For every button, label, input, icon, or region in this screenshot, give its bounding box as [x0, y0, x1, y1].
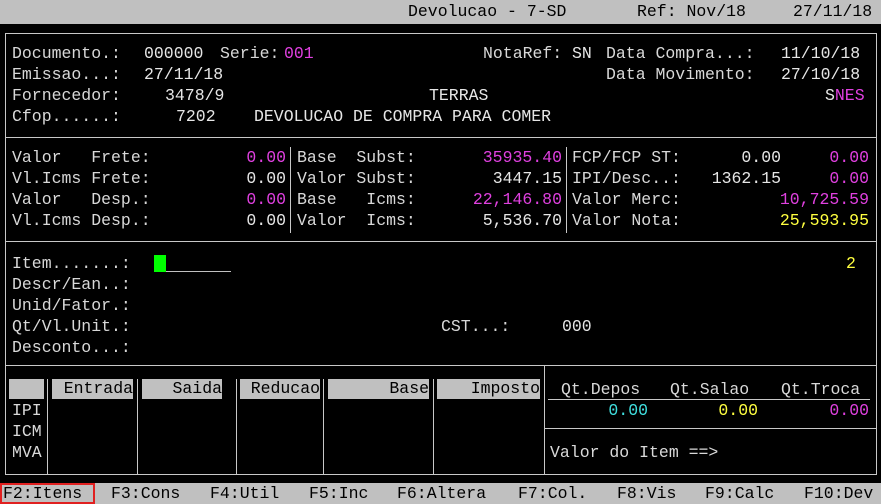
tax-col-line	[544, 366, 545, 475]
qty-divider	[545, 428, 876, 429]
valor-subst-value: 3447.15	[492, 169, 562, 188]
divider-col2	[566, 147, 567, 233]
tax-col-line	[433, 379, 434, 475]
vl-icms-frete-label: Vl.Icms Frete:	[12, 169, 151, 188]
f8-vis-key[interactable]: F8:Vis	[617, 484, 676, 504]
documento-field[interactable]: 000000	[144, 44, 203, 64]
qt-depos-label: Qt.Depos	[561, 380, 641, 399]
qt-vl-unit-label: Qt/Vl.Unit.:	[12, 317, 131, 336]
vl-icms-desp-value[interactable]: 0.00	[206, 211, 286, 231]
f7-col-key[interactable]: F7:Col.	[518, 484, 587, 504]
title-bar: Devolucao - 7-SD Ref: Nov/18 27/11/18	[0, 0, 881, 24]
window-date: 27/11/18	[793, 2, 873, 21]
cfop-label: Cfop......:	[12, 107, 121, 126]
qt-salao-value: 0.00	[718, 401, 758, 420]
valor-subst-label: Valor Subst:	[297, 169, 416, 188]
data-movimento-field[interactable]: 27/10/18	[781, 65, 860, 85]
data-compra-field[interactable]: 11/10/18	[781, 44, 860, 64]
tax-col-line	[236, 379, 237, 475]
row-mva: MVA	[12, 443, 42, 462]
data-movimento-label: Data Movimento:	[606, 65, 755, 84]
cfop-description: DEVOLUCAO DE COMPRA PARA COMER	[254, 107, 552, 126]
notaref-label: NotaRef:	[483, 44, 563, 63]
item-label: Item.......:	[12, 254, 131, 273]
col-entrada: Entrada	[52, 379, 133, 399]
fcp-value: 0.00	[741, 148, 781, 167]
item-input[interactable]	[166, 271, 231, 272]
valor-icms-label: Valor Icms:	[297, 211, 416, 230]
divider-totals	[5, 241, 877, 242]
valor-desp-label: Valor Desp.:	[12, 190, 151, 209]
tax-table-corner	[9, 379, 44, 399]
tax-col-line	[137, 379, 138, 475]
col-reducao: Reducao	[240, 379, 320, 399]
col-base: Base	[328, 379, 429, 399]
cst-label: CST...:	[441, 317, 511, 336]
valor-frete-value[interactable]: 0.00	[206, 148, 286, 168]
base-subst-value: 35935.40	[482, 148, 562, 167]
serie-field[interactable]: 001	[284, 44, 314, 64]
base-subst-label: Base Subst:	[297, 148, 416, 167]
valor-nota-label: Valor Nota:	[572, 211, 681, 230]
notaref-field[interactable]: SN	[572, 44, 592, 64]
valor-frete-label: Valor Frete:	[12, 148, 151, 167]
ref-label: Ref: Nov/18	[637, 2, 746, 21]
fornecedor-nome: TERRAS	[429, 86, 489, 105]
row-icm: ICM	[12, 422, 42, 441]
vl-icms-frete-value[interactable]: 0.00	[206, 169, 286, 189]
tax-col-line	[323, 379, 324, 475]
valor-nota-value: 25,593.95	[779, 211, 869, 230]
f10-dev-key[interactable]: F10:Dev	[804, 484, 873, 504]
f3-cons-key[interactable]: F3:Cons	[111, 484, 180, 504]
qt-salao-label: Qt.Salao	[670, 380, 750, 399]
divider-item	[5, 365, 877, 366]
unid-fator-label: Unid/Fator.:	[12, 296, 131, 315]
base-icms-value: 22,146.80	[472, 190, 562, 209]
valor-icms-value: 5,536.70	[482, 211, 562, 230]
data-compra-label: Data Compra...:	[606, 44, 755, 63]
cfop-field[interactable]: 7202	[176, 107, 216, 127]
vl-icms-desp-label: Vl.Icms Desp.:	[12, 211, 151, 230]
emissao-field[interactable]: 27/11/18	[144, 65, 223, 85]
divider-header	[5, 137, 877, 138]
cst-value[interactable]: 000	[562, 317, 592, 337]
window-title: Devolucao - 7-SD	[408, 2, 567, 21]
valor-merc-value: 10,725.59	[779, 190, 869, 209]
qt-depos-value: 0.00	[608, 401, 648, 420]
function-key-bar: F2:Itens F3:Cons F4:Util F5:Inc F6:Alter…	[0, 483, 881, 504]
divider-col1	[290, 147, 291, 233]
f2-highlight-box	[0, 483, 95, 504]
f9-calc-key[interactable]: F9:Calc	[705, 484, 774, 504]
valor-item-label: Valor do Item ==>	[550, 443, 719, 462]
f6-altera-key[interactable]: F6:Altera	[397, 484, 486, 504]
desc-value: 0.00	[829, 169, 869, 188]
qty-header-line	[548, 399, 870, 400]
valor-desp-value[interactable]: 0.00	[206, 190, 286, 210]
item-count: 2	[846, 254, 856, 273]
col-imposto: Imposto	[437, 379, 540, 399]
f4-util-key[interactable]: F4:Util	[210, 484, 279, 504]
qt-troca-label: Qt.Troca	[781, 380, 861, 399]
ipi-value: 1362.15	[711, 169, 781, 188]
fornecedor-field[interactable]: 3478/9	[165, 86, 224, 106]
descr-ean-label: Descr/Ean..:	[12, 275, 131, 294]
desconto-label: Desconto...:	[12, 338, 131, 357]
col-saida: Saida	[142, 379, 222, 399]
fcp-label: FCP/FCP ST:	[572, 148, 681, 167]
f5-inc-key[interactable]: F5:Inc	[309, 484, 368, 504]
tax-col-line	[47, 379, 48, 475]
row-ipi: IPI	[12, 401, 42, 420]
ipi-desc-label: IPI/Desc..:	[572, 169, 681, 188]
fornecedor-label: Fornecedor:	[12, 86, 121, 105]
text-cursor	[154, 255, 166, 272]
valor-merc-label: Valor Merc:	[572, 190, 681, 209]
snes-flag: SNES	[825, 86, 865, 105]
base-icms-label: Base Icms:	[297, 190, 416, 209]
serie-label: Serie:	[220, 44, 280, 63]
emissao-label: Emissao...:	[12, 65, 121, 84]
fcp-st-value: 0.00	[829, 148, 869, 167]
documento-label: Documento.:	[12, 44, 121, 63]
qt-troca-value: 0.00	[829, 401, 869, 420]
